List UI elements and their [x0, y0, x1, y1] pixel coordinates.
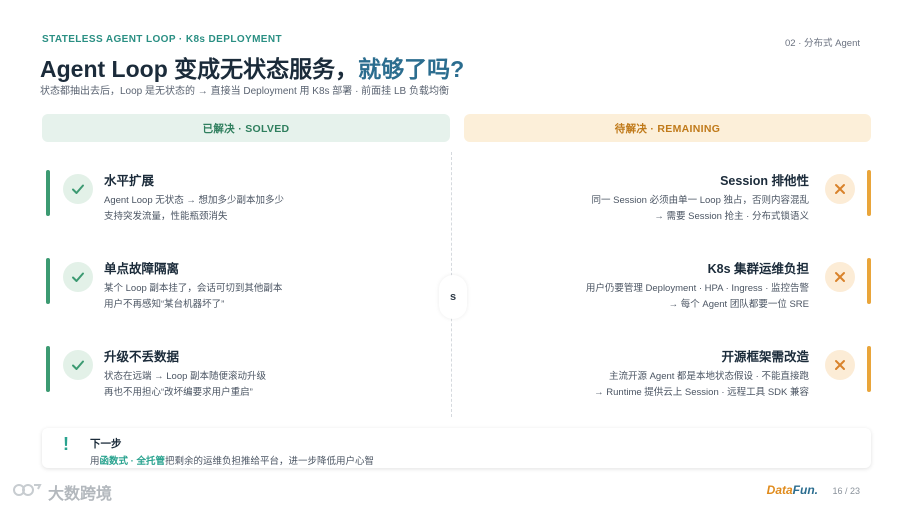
solved-item-title: 单点故障隔离	[104, 262, 180, 276]
datafun-logo: DataFun.	[767, 483, 818, 497]
watermark-logo-icon	[12, 481, 42, 504]
remaining-item-title: K8s 集群运维负担	[707, 262, 809, 276]
remaining-item-line: 用户仍要管理 Deployment · HPA · Ingress · 监控告警	[585, 283, 809, 294]
solved-item-line: 状态在远端 → Loop 副本随便滚动升级	[104, 371, 267, 382]
remaining-item: Session 排他性 同一 Session 必须由单一 Loop 独占，否则内…	[462, 170, 871, 232]
remaining-item-title: 开源框架需改造	[721, 350, 809, 364]
cross-icon	[825, 174, 855, 204]
next-step-prefix: 用	[90, 456, 100, 467]
remaining-item-line: → 需要 Session 抢主 · 分布式锁语义	[654, 211, 809, 222]
solved-item-line: Agent Loop 无状态 → 想加多少副本加多少	[104, 195, 285, 206]
remaining-item-line: → Runtime 提供云上 Session · 远程工具 SDK 兼容	[594, 387, 809, 398]
check-icon	[63, 350, 93, 380]
solved-item-line: 用户不再感知“某台机器坏了”	[104, 299, 225, 310]
remaining-item-title: Session 排他性	[720, 174, 809, 188]
solved-item-line: 某个 Loop 副本挂了，会话可切到其他副本	[104, 283, 283, 294]
check-icon	[63, 262, 93, 292]
brand-part2: Fun.	[792, 483, 818, 497]
remaining-item: 开源框架需改造 主流开源 Agent 都是本地状态假设 · 不能直接跑 → Ru…	[462, 346, 871, 408]
remaining-item-line: → 每个 Agent 团队都要一位 SRE	[668, 299, 809, 310]
title-main: Agent Loop 变成无状态服务，	[40, 56, 359, 82]
solved-item-title: 升级不丢数据	[104, 350, 180, 364]
section-tag: 02 · 分布式 Agent	[785, 38, 860, 49]
remaining-item-line: 主流开源 Agent 都是本地状态假设 · 不能直接跑	[608, 371, 809, 382]
title-accent: 就够了吗?	[358, 56, 465, 82]
remaining-item: K8s 集群运维负担 用户仍要管理 Deployment · HPA · Ing…	[462, 258, 871, 320]
brand-part1: Data	[766, 483, 793, 497]
page-subtitle: 状态都抽出去后，Loop 是无状态的 → 直接当 Deployment 用 K8…	[40, 86, 449, 97]
solved-accent-bar	[46, 170, 50, 216]
cross-icon	[825, 262, 855, 292]
page-title: Agent Loop 变成无状态服务，就够了吗?	[40, 50, 464, 84]
remaining-accent-bar	[867, 170, 871, 216]
solved-column-header: 已解决 · SOLVED	[42, 114, 450, 142]
solved-item-title: 水平扩展	[104, 174, 155, 188]
remaining-item-line: 同一 Session 必须由单一 Loop 独占，否则内容混乱	[591, 195, 810, 206]
watermark: 大数跨境	[12, 480, 112, 504]
solved-item: 单点故障隔离 某个 Loop 副本挂了，会话可切到其他副本 用户不再感知“某台机…	[42, 258, 442, 320]
solved-accent-bar	[46, 346, 50, 392]
solved-item: 升级不丢数据 状态在远端 → Loop 副本随便滚动升级 再也不用担心“改坏编要…	[42, 346, 442, 408]
solved-item-line: 再也不用担心“改坏编要求用户重启”	[104, 387, 253, 398]
remaining-accent-bar	[867, 346, 871, 392]
solved-item: 水平扩展 Agent Loop 无状态 → 想加多少副本加多少 支持突发流量，性…	[42, 170, 442, 232]
watermark-text: 大数跨境	[48, 486, 113, 503]
next-step-title: 下一步	[90, 438, 122, 450]
next-step-card: ! 下一步 用函数式 · 全托管把剩余的运维负担推给平台，进一步降低用户心智	[42, 428, 871, 468]
remaining-column-header: 待解决 · REMAINING	[464, 114, 871, 142]
eyebrow-label: STATELESS AGENT LOOP · K8s DEPLOYMENT	[42, 34, 283, 45]
next-step-text: 用函数式 · 全托管把剩余的运维负担推给平台，进一步降低用户心智	[90, 453, 374, 467]
check-icon	[63, 174, 93, 204]
solved-item-line: 支持突发流量，性能瓶颈消失	[104, 211, 228, 222]
remaining-accent-bar	[867, 258, 871, 304]
cross-icon	[825, 350, 855, 380]
next-step-highlight: 函数式 · 全托管	[99, 456, 165, 467]
next-step-suffix: 把剩余的运维负担推给平台，进一步降低用户心智	[164, 456, 374, 467]
exclamation-icon: !	[63, 434, 69, 454]
page-number: 16 / 23	[832, 486, 860, 496]
solved-accent-bar	[46, 258, 50, 304]
